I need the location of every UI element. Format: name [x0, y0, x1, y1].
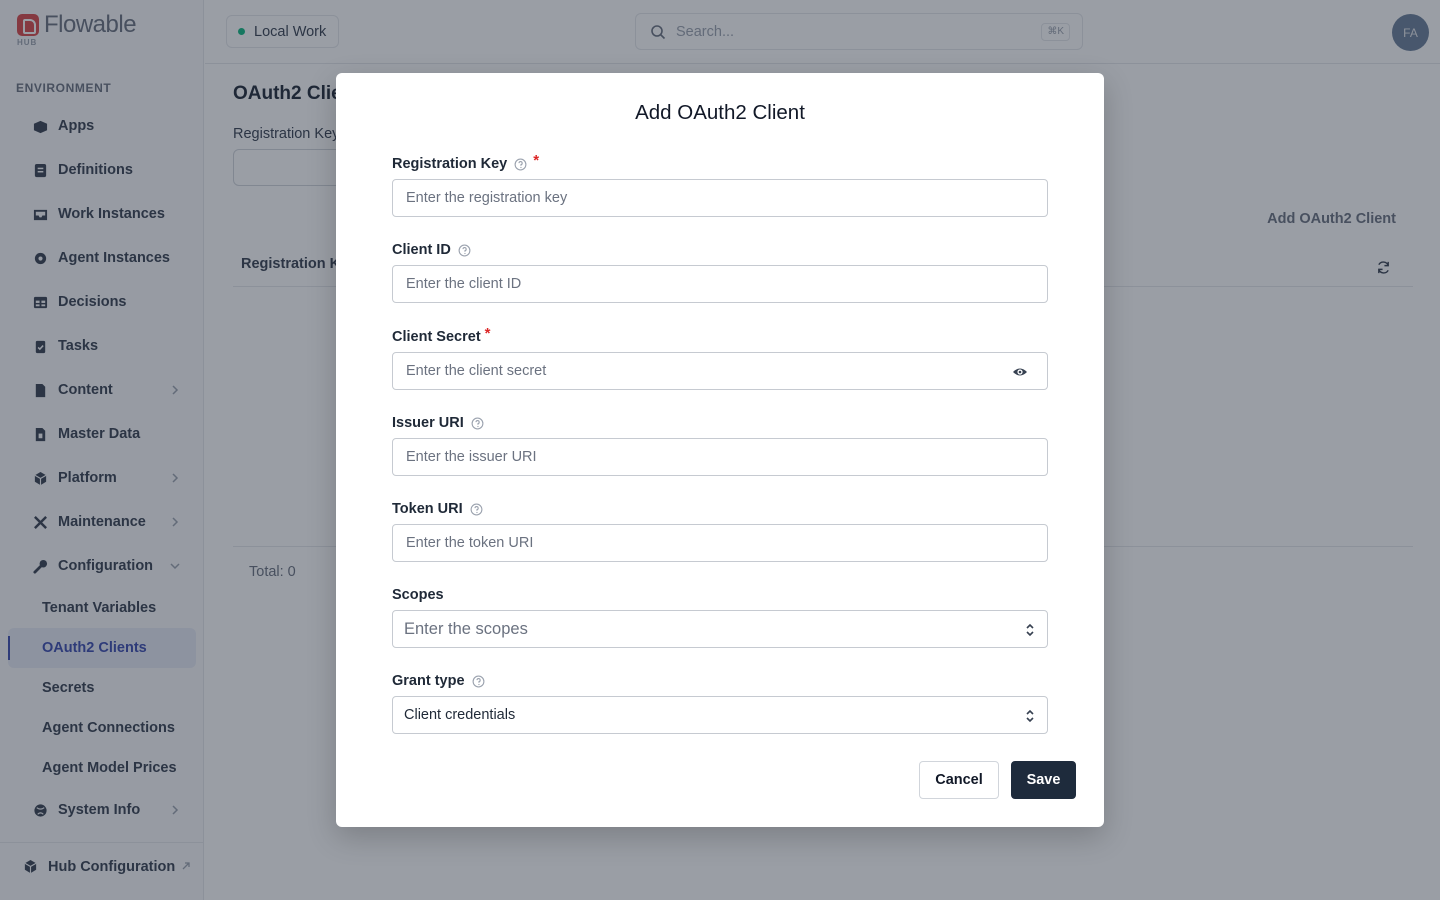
help-icon[interactable]: [514, 158, 527, 171]
dialog-title: Add OAuth2 Client: [635, 101, 805, 124]
token-uri-placeholder: Enter the token URI: [406, 535, 534, 551]
client-secret-label-row: Client Secret *: [392, 324, 1048, 347]
required-mark: *: [484, 324, 491, 342]
client-id-label: Client ID: [392, 242, 451, 258]
registration-key-placeholder: Enter the registration key: [406, 190, 568, 206]
required-mark: *: [533, 151, 540, 169]
scopes-label-row: Scopes: [392, 585, 1048, 605]
save-button[interactable]: Save: [1011, 761, 1076, 799]
token-uri-label: Token URI: [392, 501, 463, 517]
grant-type-select[interactable]: Client credentials: [392, 696, 1048, 734]
help-icon[interactable]: [471, 417, 484, 430]
registration-key-field: Registration Key * Enter the registratio…: [392, 151, 1048, 217]
issuer-uri-label: Issuer URI: [392, 415, 464, 431]
registration-key-input[interactable]: Enter the registration key: [392, 179, 1048, 217]
issuer-uri-placeholder: Enter the issuer URI: [406, 449, 537, 465]
eye-icon[interactable]: [1012, 364, 1028, 380]
client-id-placeholder: Enter the client ID: [406, 276, 522, 292]
grant-type-value: Client credentials: [404, 707, 516, 723]
registration-key-label-row: Registration Key *: [392, 151, 1048, 174]
token-uri-input[interactable]: Enter the token URI: [392, 524, 1048, 562]
add-oauth2-client-dialog: Add OAuth2 Client Registration Key * Ent…: [336, 73, 1104, 827]
chevron-up-down-icon: [1026, 623, 1034, 637]
help-icon[interactable]: [470, 503, 483, 516]
client-secret-field: Client Secret * Enter the client secret: [392, 324, 1048, 390]
client-secret-label: Client Secret: [392, 329, 481, 345]
scopes-placeholder: Enter the scopes: [404, 619, 528, 638]
scopes-field: Scopes Enter the scopes: [392, 585, 1048, 648]
grant-type-field: Grant type Client credentials: [392, 671, 1048, 734]
client-secret-placeholder: Enter the client secret: [406, 363, 547, 379]
grant-type-label: Grant type: [392, 673, 465, 689]
token-uri-field: Token URI Enter the token URI: [392, 499, 1048, 562]
client-secret-input[interactable]: Enter the client secret: [392, 352, 1048, 390]
help-icon[interactable]: [472, 675, 485, 688]
registration-key-label: Registration Key: [392, 156, 508, 172]
scopes-label: Scopes: [392, 587, 444, 603]
issuer-uri-label-row: Issuer URI: [392, 413, 1048, 433]
issuer-uri-field: Issuer URI Enter the issuer URI: [392, 413, 1048, 476]
token-uri-label-row: Token URI: [392, 499, 1048, 519]
scopes-select[interactable]: Enter the scopes: [392, 610, 1048, 648]
grant-type-label-row: Grant type: [392, 671, 1048, 691]
cancel-button[interactable]: Cancel: [919, 761, 999, 799]
chevron-up-down-icon: [1026, 709, 1034, 723]
help-icon[interactable]: [458, 244, 471, 257]
client-id-field: Client ID Enter the client ID: [392, 240, 1048, 303]
issuer-uri-input[interactable]: Enter the issuer URI: [392, 438, 1048, 476]
client-id-label-row: Client ID: [392, 240, 1048, 260]
client-id-input[interactable]: Enter the client ID: [392, 265, 1048, 303]
